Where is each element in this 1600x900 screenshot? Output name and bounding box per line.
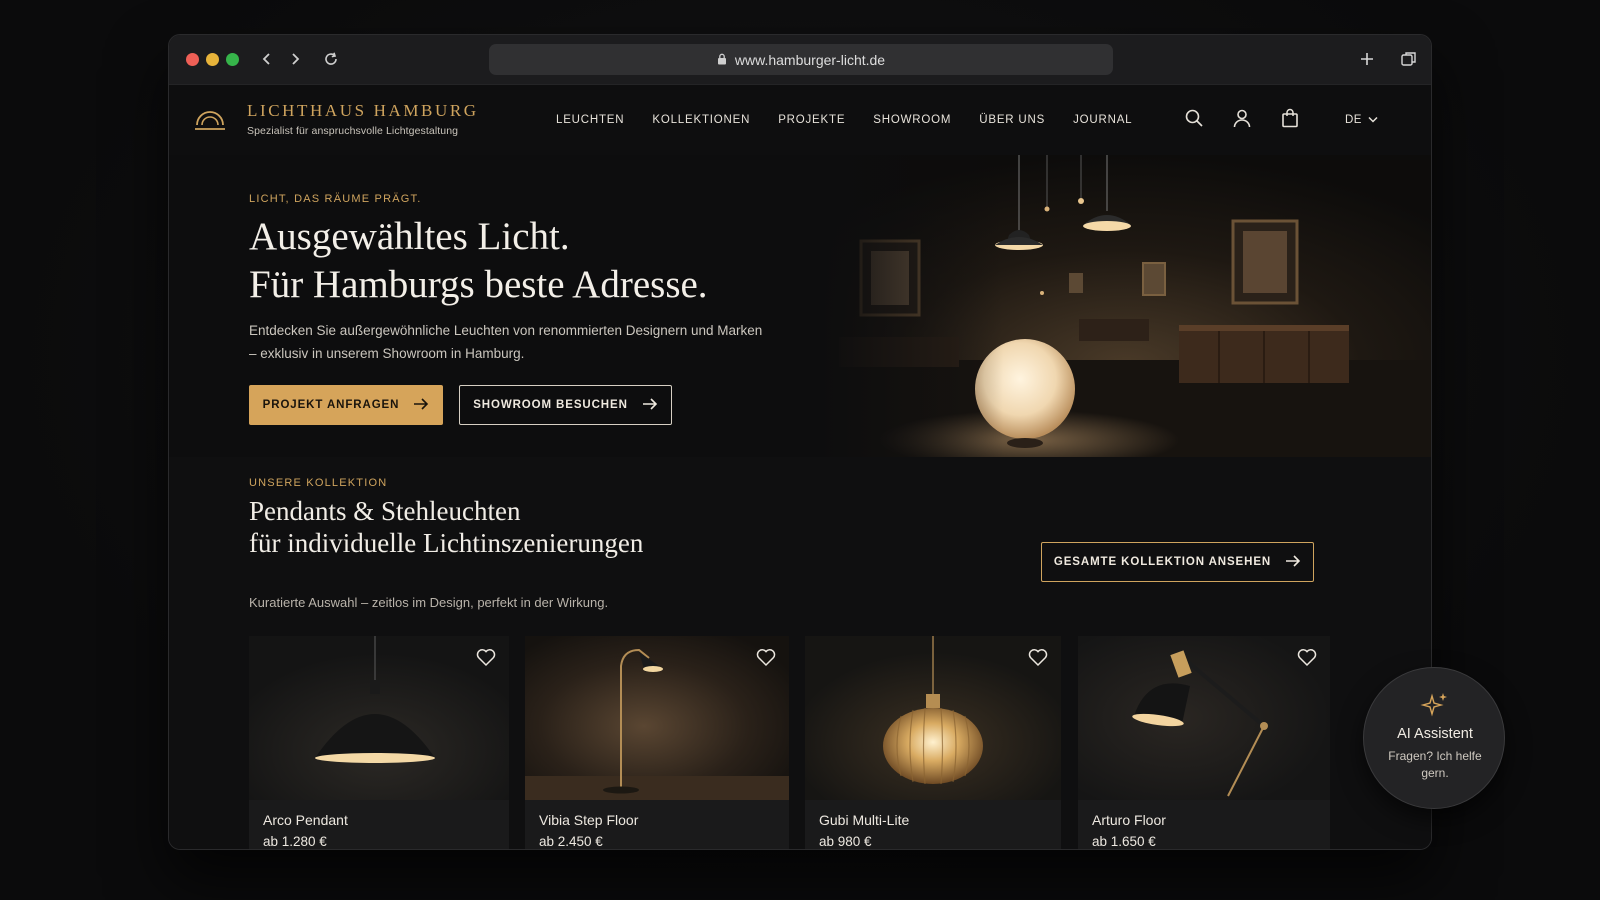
shopping-bag-icon[interactable] xyxy=(1277,105,1303,131)
browser-window: www.hamburger-licht.de LICHTHAUS HAMBURG… xyxy=(168,34,1432,850)
hero-title-line-2: Für Hamburgs beste Adresse. xyxy=(249,263,708,306)
account-icon[interactable] xyxy=(1229,105,1255,131)
collection-eyebrow: UNSERE KOLLEKTION xyxy=(249,477,388,489)
browser-toolbar: www.hamburger-licht.de xyxy=(169,35,1431,85)
minimize-window-button[interactable] xyxy=(206,53,219,66)
assistant-message: Fragen? Ich helfe gern. xyxy=(1388,749,1482,780)
menu-item-journal[interactable]: JOURNAL xyxy=(1073,114,1132,126)
forward-icon[interactable] xyxy=(283,47,307,71)
close-window-button[interactable] xyxy=(186,53,199,66)
hero-eyebrow: LICHT, DAS RÄUME PRÄGT. xyxy=(249,193,422,205)
request-project-button[interactable]: PROJEKT ANFRAGEN xyxy=(249,385,443,425)
address-bar[interactable]: www.hamburger-licht.de xyxy=(489,44,1113,75)
menu-item-leuchten[interactable]: LEUCHTEN xyxy=(556,114,624,126)
view-full-collection-button[interactable]: GESAMTE KOLLEKTION ANSEHEN xyxy=(1041,542,1314,582)
collection-title-line-1: Pendants & Stehleuchten xyxy=(249,496,521,526)
showroom-hero-image xyxy=(819,155,1431,457)
request-project-label: PROJEKT ANFRAGEN xyxy=(262,399,400,411)
hero-section: LICHT, DAS RÄUME PRÄGT. Ausgewähltes Lic… xyxy=(169,155,1431,457)
main-menu: LEUCHTEN KOLLEKTIONEN PROJEKTE SHOWROOM … xyxy=(556,114,1160,126)
search-icon[interactable] xyxy=(1181,105,1207,131)
product-name: Arturo Floor xyxy=(1092,812,1166,828)
product-price: ab 1.280 € xyxy=(263,834,327,849)
heart-icon[interactable] xyxy=(1296,646,1318,668)
menu-item-showroom[interactable]: SHOWROOM xyxy=(873,114,951,126)
hero-title-line-1: Ausgewähltes Licht. xyxy=(249,215,570,258)
product-card-arturo-floor[interactable]: Arturo Floor ab 1.650 € xyxy=(1078,636,1330,849)
lock-icon xyxy=(717,52,727,68)
hero-title: Ausgewähltes Licht. Für Hamburgs beste A… xyxy=(249,213,829,309)
language-selector[interactable]: DE xyxy=(1345,114,1378,126)
visit-showroom-label: SHOWROOM BESUCHEN xyxy=(473,399,628,411)
product-price: ab 1.650 € xyxy=(1092,834,1156,849)
brand[interactable]: LICHTHAUS HAMBURG Spezialist für anspruc… xyxy=(247,101,479,137)
heart-icon[interactable] xyxy=(1027,646,1049,668)
heart-icon[interactable] xyxy=(755,646,777,668)
visit-showroom-button[interactable]: SHOWROOM BESUCHEN xyxy=(459,385,672,425)
back-icon[interactable] xyxy=(255,47,279,71)
product-name: Arco Pendant xyxy=(263,812,348,828)
assistant-title: AI Assistent xyxy=(1397,726,1473,742)
collection-title-line-2: für individuelle Lichtinszenierungen xyxy=(249,528,644,558)
maximize-window-button[interactable] xyxy=(226,53,239,66)
brand-name: LICHTHAUS HAMBURG xyxy=(247,101,479,120)
ai-assistant-widget[interactable]: AI Assistent Fragen? Ich helfe gern. xyxy=(1363,667,1505,809)
desktop-background: www.hamburger-licht.de LICHTHAUS HAMBURG… xyxy=(0,0,1600,900)
logo-icon[interactable] xyxy=(193,103,227,133)
arrow-right-icon xyxy=(1285,554,1301,570)
product-image-vibia-step-floor xyxy=(525,636,789,800)
arrow-right-icon xyxy=(413,397,429,413)
product-image-gubi-multi-lite xyxy=(805,636,1061,800)
product-card-vibia-step-floor[interactable]: Vibia Step Floor ab 2.450 € xyxy=(525,636,789,849)
new-tab-icon[interactable] xyxy=(1355,47,1379,71)
sparkle-icon xyxy=(1420,690,1450,720)
product-image-arco-pendant xyxy=(249,636,509,800)
menu-item-projekte[interactable]: PROJEKTE xyxy=(778,114,845,126)
site-header: LICHTHAUS HAMBURG Spezialist für anspruc… xyxy=(169,85,1431,155)
product-name: Vibia Step Floor xyxy=(539,812,639,828)
header-icons xyxy=(1181,105,1303,131)
arrow-right-icon xyxy=(642,397,658,413)
brand-tagline: Spezialist für anspruchsvolle Lichtgesta… xyxy=(247,125,459,137)
product-price: ab 980 € xyxy=(819,834,872,849)
chevron-down-icon xyxy=(1368,114,1378,126)
heart-icon[interactable] xyxy=(475,646,497,668)
url-text: www.hamburger-licht.de xyxy=(734,51,886,68)
reload-icon[interactable] xyxy=(319,47,343,71)
product-name: Gubi Multi-Lite xyxy=(819,812,910,828)
product-image-arturo-floor xyxy=(1078,636,1330,800)
collection-title: Pendants & Stehleuchten für individuelle… xyxy=(249,495,769,559)
collection-subtitle: Kuratierte Auswahl – zeitlos im Design, … xyxy=(249,595,609,610)
product-card-arco-pendant[interactable]: Arco Pendant ab 1.280 € xyxy=(249,636,509,849)
product-card-gubi-multi-lite[interactable]: Gubi Multi-Lite ab 980 € xyxy=(805,636,1061,849)
tabs-icon[interactable] xyxy=(1397,47,1421,71)
menu-item-ueber-uns[interactable]: ÜBER UNS xyxy=(979,114,1045,126)
hero-description: Entdecken Sie außergewöhnliche Leuchten … xyxy=(249,323,763,361)
view-full-collection-label: GESAMTE KOLLEKTION ANSEHEN xyxy=(1053,556,1272,568)
menu-item-kollektionen[interactable]: KOLLEKTIONEN xyxy=(652,114,750,126)
product-price: ab 2.450 € xyxy=(539,834,603,849)
website: LICHTHAUS HAMBURG Spezialist für anspruc… xyxy=(169,85,1431,849)
language-label: DE xyxy=(1345,114,1362,126)
